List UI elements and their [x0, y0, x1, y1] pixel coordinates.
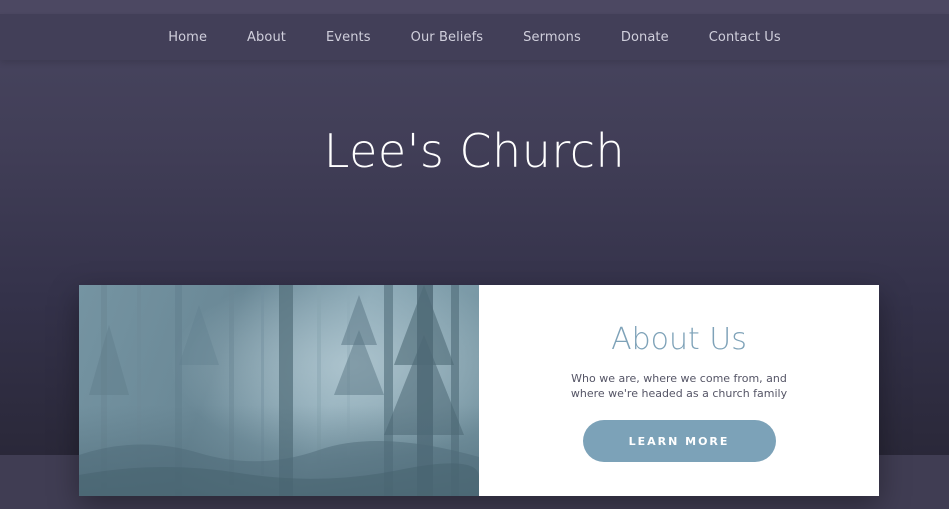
main-navigation: Home About Events Our Beliefs Sermons Do…: [0, 14, 949, 60]
site-title: Lee's Church: [323, 124, 626, 178]
nav-item-contact-us[interactable]: Contact Us: [709, 30, 781, 45]
about-us-description: Who we are, where we come from, and wher…: [570, 372, 788, 400]
nav-item-home[interactable]: Home: [168, 30, 207, 45]
top-strip: [0, 0, 949, 14]
about-us-heading: About Us: [611, 322, 747, 357]
learn-more-button[interactable]: LEARN MORE: [582, 420, 776, 462]
nav-item-donate[interactable]: Donate: [621, 30, 669, 45]
nav-item-about[interactable]: About: [247, 30, 286, 45]
nav-item-events[interactable]: Events: [326, 30, 371, 45]
nav-item-sermons[interactable]: Sermons: [523, 30, 581, 45]
about-us-content: About Us Who we are, where we come from,…: [479, 285, 879, 496]
misty-forest-image: [79, 285, 479, 496]
about-us-card: About Us Who we are, where we come from,…: [79, 285, 879, 496]
nav-item-our-beliefs[interactable]: Our Beliefs: [411, 30, 484, 45]
